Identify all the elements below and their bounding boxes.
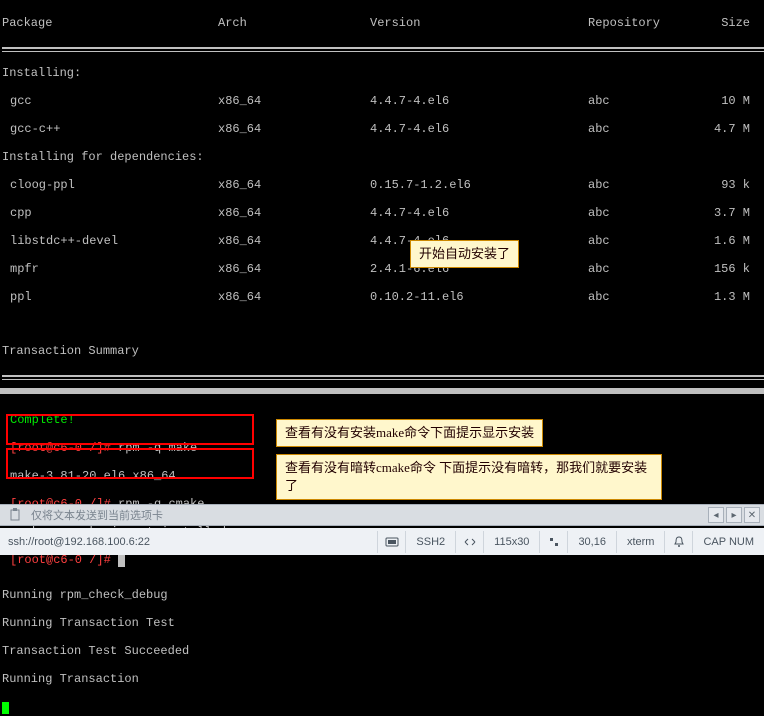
installing-label: Installing:	[2, 66, 764, 80]
highlight-box-cmake	[6, 448, 254, 479]
tab-next-button[interactable]: ▸	[726, 507, 742, 523]
col-header-ver: Version	[370, 16, 588, 30]
summary-title: Transaction Summary	[2, 344, 764, 358]
tab-message: 仅将文本发送到当前选项卡	[27, 507, 708, 523]
tab-close-button[interactable]: ✕	[744, 507, 760, 523]
separator-bar	[0, 388, 764, 394]
table-header: Package Arch Version Repository Size	[2, 16, 764, 30]
status-dimensions: 115x30	[483, 531, 539, 553]
deps-label: Installing for dependencies:	[2, 150, 764, 164]
header-divider	[2, 47, 764, 49]
bell-icon[interactable]	[664, 531, 692, 553]
terminal-output-upper: Package Arch Version Repository Size Ins…	[0, 0, 764, 716]
tab-prev-button[interactable]: ◂	[708, 507, 724, 523]
table-row: mpfrx86_642.4.1-6.el6abc156 k	[2, 262, 764, 276]
table-row: gccx86_644.4.7-4.el6abc10 M	[2, 94, 764, 108]
tab-bar: 仅将文本发送到当前选项卡 ◂ ▸ ✕	[0, 504, 764, 526]
clipboard-icon	[6, 506, 24, 524]
connection-icon	[377, 531, 405, 553]
table-row: pplx86_640.10.2-11.el6abc1.3 M	[2, 290, 764, 304]
table-row: cloog-pplx86_640.15.7-1.2.el6abc93 k	[2, 178, 764, 192]
col-header-repo: Repository	[588, 16, 690, 30]
step-line: Running Transaction Test	[2, 616, 764, 630]
tab-controls: ◂ ▸ ✕	[708, 507, 764, 523]
status-term-type: xterm	[616, 531, 665, 553]
step-line: Running Transaction	[2, 672, 764, 686]
status-cursor-pos: 30,16	[567, 531, 616, 553]
annotation-callout-2: 查看有没有安装make命令下面提示显示安装	[276, 419, 543, 447]
annotation-callout-1: 开始自动安装了	[410, 240, 519, 268]
summary-divider	[2, 375, 764, 377]
highlight-box-make	[6, 414, 254, 445]
step-line: Transaction Test Succeeded	[2, 644, 764, 658]
prompt-line[interactable]: [root@c6-0 /]#	[10, 553, 754, 567]
col-header-pkg: Package	[2, 16, 218, 30]
cursor-icon	[2, 702, 9, 714]
step-line: Running rpm_check_debug	[2, 588, 764, 602]
status-bar: ssh://root@192.168.100.6:22 SSH2 115x30 …	[0, 528, 764, 555]
cursor-pos-icon	[539, 531, 567, 553]
annotation-callout-3: 查看有没有暗转cmake命令 下面提示没有暗转，那我们就要安装了	[276, 454, 662, 500]
col-header-size: Size	[690, 16, 750, 30]
status-caps-num: CAP NUM	[692, 531, 764, 553]
table-row: gcc-c++x86_644.4.7-4.el6abc4.7 M	[2, 122, 764, 136]
col-header-arch: Arch	[218, 16, 370, 30]
terminal-size-icon	[455, 531, 483, 553]
status-protocol: SSH2	[405, 531, 455, 553]
status-session: ssh://root@192.168.100.6:22	[0, 531, 160, 553]
cursor-icon	[118, 555, 125, 567]
table-row: cppx86_644.4.7-4.el6abc3.7 M	[2, 206, 764, 220]
table-row: libstdc++-develx86_644.4.7-4.el6abc1.6 M	[2, 234, 764, 248]
